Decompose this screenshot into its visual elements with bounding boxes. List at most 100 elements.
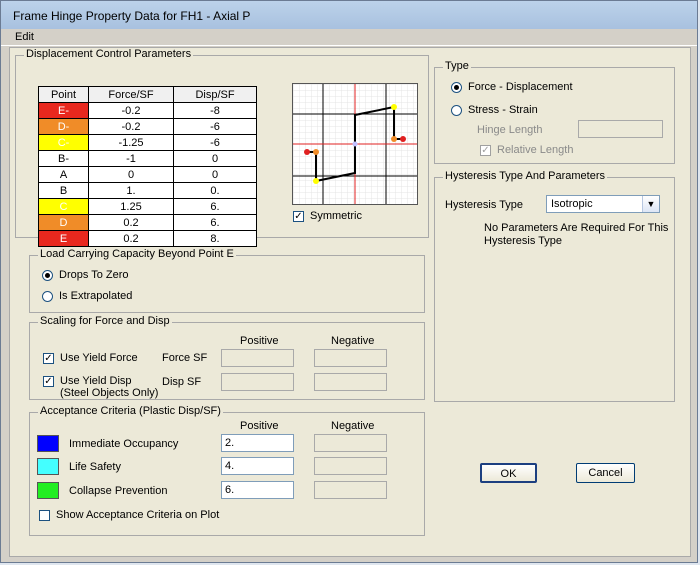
disp-cell[interactable]: 0 [173,150,257,167]
ls-positive-field[interactable]: 4. [221,457,294,475]
scaling-positive-header: Positive [240,335,279,347]
scaling-group-title: Scaling for Force and Disp [38,315,172,327]
stress-strain-label: Stress - Strain [468,104,538,116]
hysteresis-note-line2: Hysteresis Type [484,235,563,247]
table-row: D 0.2 6. [38,214,257,231]
symmetric-checkbox[interactable]: ✓ [293,211,304,222]
menu-edit[interactable]: Edit [15,31,34,43]
table-row: B 1. 0. [38,182,257,199]
use-yield-force-checkbox[interactable]: ✓ [43,353,54,364]
force-cell[interactable]: -1 [88,150,174,167]
chevron-down-icon[interactable]: ▼ [642,196,659,212]
force-cell[interactable]: 1.25 [88,198,174,215]
disp-sf-positive-field[interactable] [221,373,294,391]
io-positive-field[interactable]: 2. [221,434,294,452]
disp-sf-negative-field[interactable] [314,373,387,391]
force-cell[interactable]: -0.2 [88,118,174,135]
scaling-group: Scaling for Force and Disp Positive Nega… [29,315,425,400]
steel-objects-only-label: (Steel Objects Only) [60,387,159,399]
force-cell[interactable]: -0.2 [88,102,174,119]
io-negative-field[interactable] [314,434,387,452]
point-a-marker [352,141,358,147]
relative-length-label: Relative Length [497,144,574,156]
point-cell: C [38,198,89,215]
displacement-group-title: Displacement Control Parameters [24,48,194,60]
load-capacity-group-title: Load Carrying Capacity Beyond Point E [38,248,236,260]
use-yield-force-label: Use Yield Force [60,352,138,364]
point-cell: E- [38,102,89,119]
point-cell: B- [38,150,89,167]
relative-length-checkbox[interactable]: ✓ [480,145,491,156]
hinge-length-field[interactable] [578,120,663,138]
table-row: E 0.2 8. [38,230,257,247]
point-cell: C- [38,134,89,151]
dialog-window: Frame Hinge Property Data for FH1 - Axia… [0,0,698,563]
acceptance-group: Acceptance Criteria (Plastic Disp/SF) Po… [29,405,425,536]
symmetric-label: Symmetric [310,210,362,222]
point-cell: E [38,230,89,247]
load-capacity-group: Load Carrying Capacity Beyond Point E Dr… [29,248,425,313]
use-yield-disp-label: Use Yield Disp [60,375,132,387]
title-bar[interactable]: Frame Hinge Property Data for FH1 - Axia… [1,1,697,30]
table-row: A 0 0 [38,166,257,183]
disp-cell[interactable]: 6. [173,198,257,215]
disp-cell[interactable]: 6. [173,214,257,231]
point-e-marker [400,136,406,142]
table-row: C 1.25 6. [38,198,257,215]
force-cell[interactable]: 0 [88,166,174,183]
disp-cell[interactable]: -6 [173,134,257,151]
immediate-occupancy-label: Immediate Occupancy [69,438,179,450]
disp-cell[interactable]: -8 [173,102,257,119]
hysteresis-type-select[interactable]: Isotropic ▼ [546,195,660,213]
disp-cell[interactable]: 0 [173,166,257,183]
force-cell[interactable]: 0.2 [88,230,174,247]
force-sf-negative-field[interactable] [314,349,387,367]
force-displacement-radio[interactable] [451,82,462,93]
type-group: Type Force - Displacement Stress - Strai… [434,60,675,164]
table-row: B- -1 0 [38,150,257,167]
ls-negative-field[interactable] [314,457,387,475]
acceptance-negative-header: Negative [331,420,375,432]
life-safety-swatch[interactable] [37,458,59,475]
drops-to-zero-label: Drops To Zero [59,269,129,281]
dialog-client: Displacement Control Parameters Point Fo… [9,47,691,557]
point-c-marker [391,104,397,110]
disp-cell[interactable]: 0. [173,182,257,199]
immediate-occupancy-swatch[interactable] [37,435,59,452]
header-force: Force/SF [88,86,174,103]
table-row: C- -1.25 -6 [38,134,257,151]
stress-strain-radio[interactable] [451,105,462,116]
use-yield-disp-checkbox[interactable]: ✓ [43,376,54,387]
acceptance-positive-header: Positive [240,420,279,432]
show-acceptance-label: Show Acceptance Criteria on Plot [56,509,220,521]
life-safety-label: Life Safety [69,461,121,473]
cp-negative-field[interactable] [314,481,387,499]
force-sf-positive-field[interactable] [221,349,294,367]
point-d-marker [391,136,397,142]
point-d-neg-marker [313,149,319,155]
point-cell: D [38,214,89,231]
disp-cell[interactable]: -6 [173,118,257,135]
menu-bar: Edit [1,29,697,46]
disp-cell[interactable]: 8. [173,230,257,247]
header-point: Point [38,86,89,103]
displacement-group: Displacement Control Parameters Point Fo… [15,48,429,247]
scaling-negative-header: Negative [331,335,375,347]
is-extrapolated-radio[interactable] [42,291,53,302]
hinge-length-label: Hinge Length [477,124,543,136]
force-cell[interactable]: 0.2 [88,214,174,231]
force-cell[interactable]: 1. [88,182,174,199]
drops-to-zero-radio[interactable] [42,270,53,281]
force-cell[interactable]: -1.25 [88,134,174,151]
window-title: Frame Hinge Property Data for FH1 - Axia… [13,9,251,23]
show-acceptance-checkbox[interactable] [39,510,50,521]
cancel-button[interactable]: Cancel [576,463,635,483]
collapse-prevention-label: Collapse Prevention [69,485,168,497]
hysteresis-group: Hysteresis Type And Parameters Hysteresi… [434,170,675,402]
ok-button[interactable]: OK [480,463,537,483]
collapse-prevention-swatch[interactable] [37,482,59,499]
hysteresis-type-label: Hysteresis Type [445,199,524,211]
cp-positive-field[interactable]: 6. [221,481,294,499]
point-e-neg-marker [304,149,310,155]
table-row: E- -0.2 -8 [38,102,257,119]
